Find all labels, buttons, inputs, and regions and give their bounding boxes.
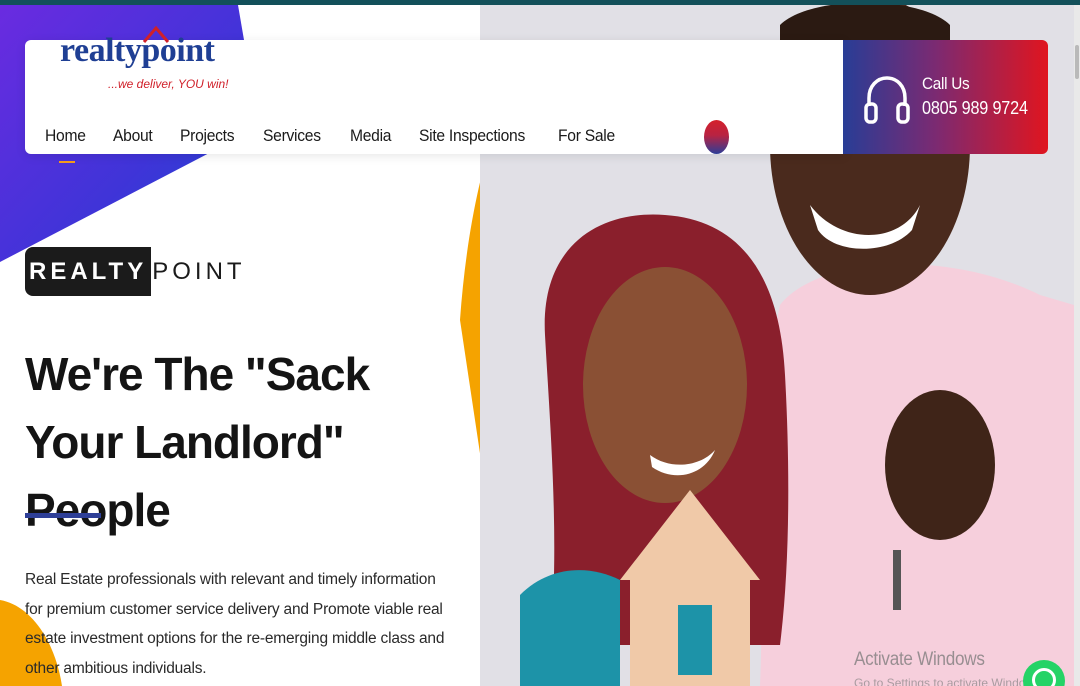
headline-divider xyxy=(25,513,101,518)
nav-item-about[interactable]: About xyxy=(113,126,153,146)
page-scrollbar[interactable] xyxy=(1074,5,1080,686)
whatsapp-ring xyxy=(1032,668,1056,686)
nav-active-indicator xyxy=(59,161,75,163)
house-roof-icon xyxy=(142,25,170,43)
site-logo[interactable]: realtypoint ...we deliver, YOU win! xyxy=(58,22,229,98)
phone-number[interactable]: 0805 989 9724 xyxy=(922,98,1028,119)
nav-item-site-inspections[interactable]: Site Inspections xyxy=(419,126,525,146)
nav-item-for-sale[interactable]: For Sale xyxy=(558,126,615,146)
logo-tagline: ...we deliver, YOU win! xyxy=(108,77,229,91)
logo-wordmark: realtypoint xyxy=(60,32,215,69)
realtypoint-badge: REALTY POINT xyxy=(25,247,246,296)
badge-dark-text: REALTY xyxy=(25,247,152,296)
badge-light-text: POINT xyxy=(152,257,246,285)
nav-item-home[interactable]: Home xyxy=(45,126,86,146)
nav-item-services[interactable]: Services xyxy=(263,126,321,146)
activate-windows-watermark: Activate Windows xyxy=(854,649,985,670)
scrollbar-thumb[interactable] xyxy=(1075,45,1079,79)
nav-item-media[interactable]: Media xyxy=(350,126,392,146)
header-card: realtypoint ...we deliver, YOU win! Home… xyxy=(25,25,845,163)
headphones-icon xyxy=(864,76,910,124)
activate-windows-subtext: Go to Settings to activate Windows. xyxy=(854,676,1044,686)
search-icon[interactable] xyxy=(704,120,729,154)
nav-item-projects[interactable]: Projects xyxy=(180,126,235,146)
main-nav: Home About Projects Services Media Site … xyxy=(45,126,644,146)
hero-intro-text: Real Estate professionals with relevant … xyxy=(25,571,445,677)
call-us-box[interactable]: Call Us 0805 989 9724 xyxy=(843,40,1048,154)
call-us-label: Call Us xyxy=(922,74,970,93)
